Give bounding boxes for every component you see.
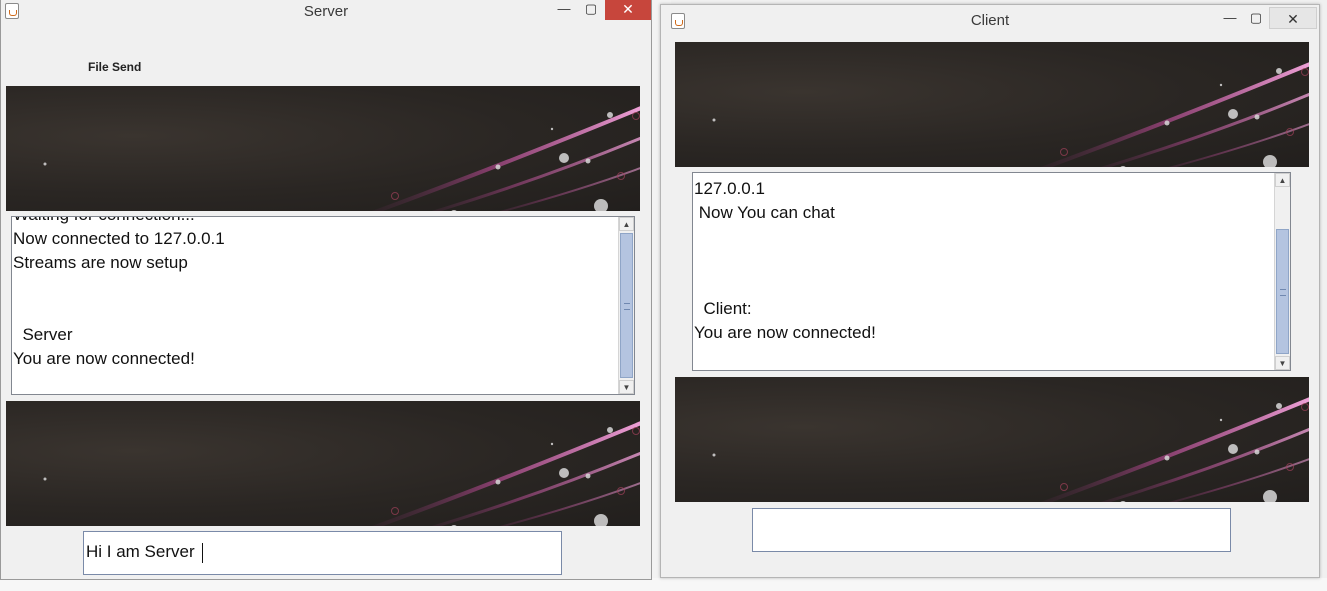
bottom-banner-image (6, 401, 640, 526)
banner-art (43, 106, 640, 211)
chat-log-line: Client: (694, 299, 752, 318)
scroll-down-arrow[interactable]: ▼ (619, 380, 634, 394)
chat-log-line: Streams are now setup (13, 253, 188, 272)
banner-art (712, 397, 1309, 502)
client-log-scrollbar[interactable]: ▲ ▼ (1274, 173, 1290, 370)
minimize-button[interactable]: — (551, 0, 577, 20)
scroll-up-arrow[interactable]: ▲ (619, 217, 634, 231)
server-titlebar[interactable]: Server — ▢ ✕ (1, 0, 651, 24)
banner-art (43, 421, 640, 526)
top-banner-image (675, 42, 1309, 167)
server-input-text: Hi I am Server (86, 542, 200, 561)
maximize-button[interactable]: ▢ (1243, 9, 1269, 29)
close-button[interactable]: ✕ (605, 0, 651, 20)
chat-log-line: Now connected to 127.0.0.1 (13, 229, 225, 248)
server-message-input[interactable]: Hi I am Server (83, 531, 562, 575)
server-log-scrollbar[interactable]: ▲ ▼ (618, 217, 634, 394)
maximize-button[interactable]: ▢ (578, 0, 604, 20)
scroll-down-arrow[interactable]: ▼ (1275, 356, 1290, 370)
close-button[interactable]: ✕ (1269, 7, 1317, 29)
scroll-thumb[interactable] (620, 233, 633, 378)
server-window: Server — ▢ ✕ File Send Waiting for conne… (0, 0, 652, 580)
chat-log-line: You are now connected! (694, 323, 876, 342)
client-titlebar[interactable]: Client — ▢ ✕ (661, 5, 1319, 35)
chat-log-line: 127.0.0.1 (694, 179, 765, 198)
bottom-banner-image (675, 377, 1309, 502)
client-chat-log[interactable]: 127.0.0.1 Now You can chat Client: You ar… (692, 172, 1291, 371)
server-chat-log[interactable]: Waiting for connection... Now connected t… (11, 216, 635, 395)
chat-log-line: Waiting for connection... (13, 217, 195, 225)
minimize-button[interactable]: — (1217, 9, 1243, 29)
file-send-label[interactable]: File Send (88, 60, 141, 74)
chat-log-line: Server (13, 325, 73, 344)
chat-log-line: You are now connected! (13, 349, 195, 368)
client-message-input[interactable] (752, 508, 1231, 552)
client-window: Client — ▢ ✕ 127.0.0.1 Now You can chat … (660, 4, 1320, 578)
text-caret (202, 542, 204, 563)
scroll-up-arrow[interactable]: ▲ (1275, 173, 1290, 187)
chat-log-line: Now You can chat (694, 203, 835, 222)
top-banner-image (6, 86, 640, 211)
banner-art (712, 62, 1309, 167)
scroll-thumb[interactable] (1276, 229, 1289, 354)
